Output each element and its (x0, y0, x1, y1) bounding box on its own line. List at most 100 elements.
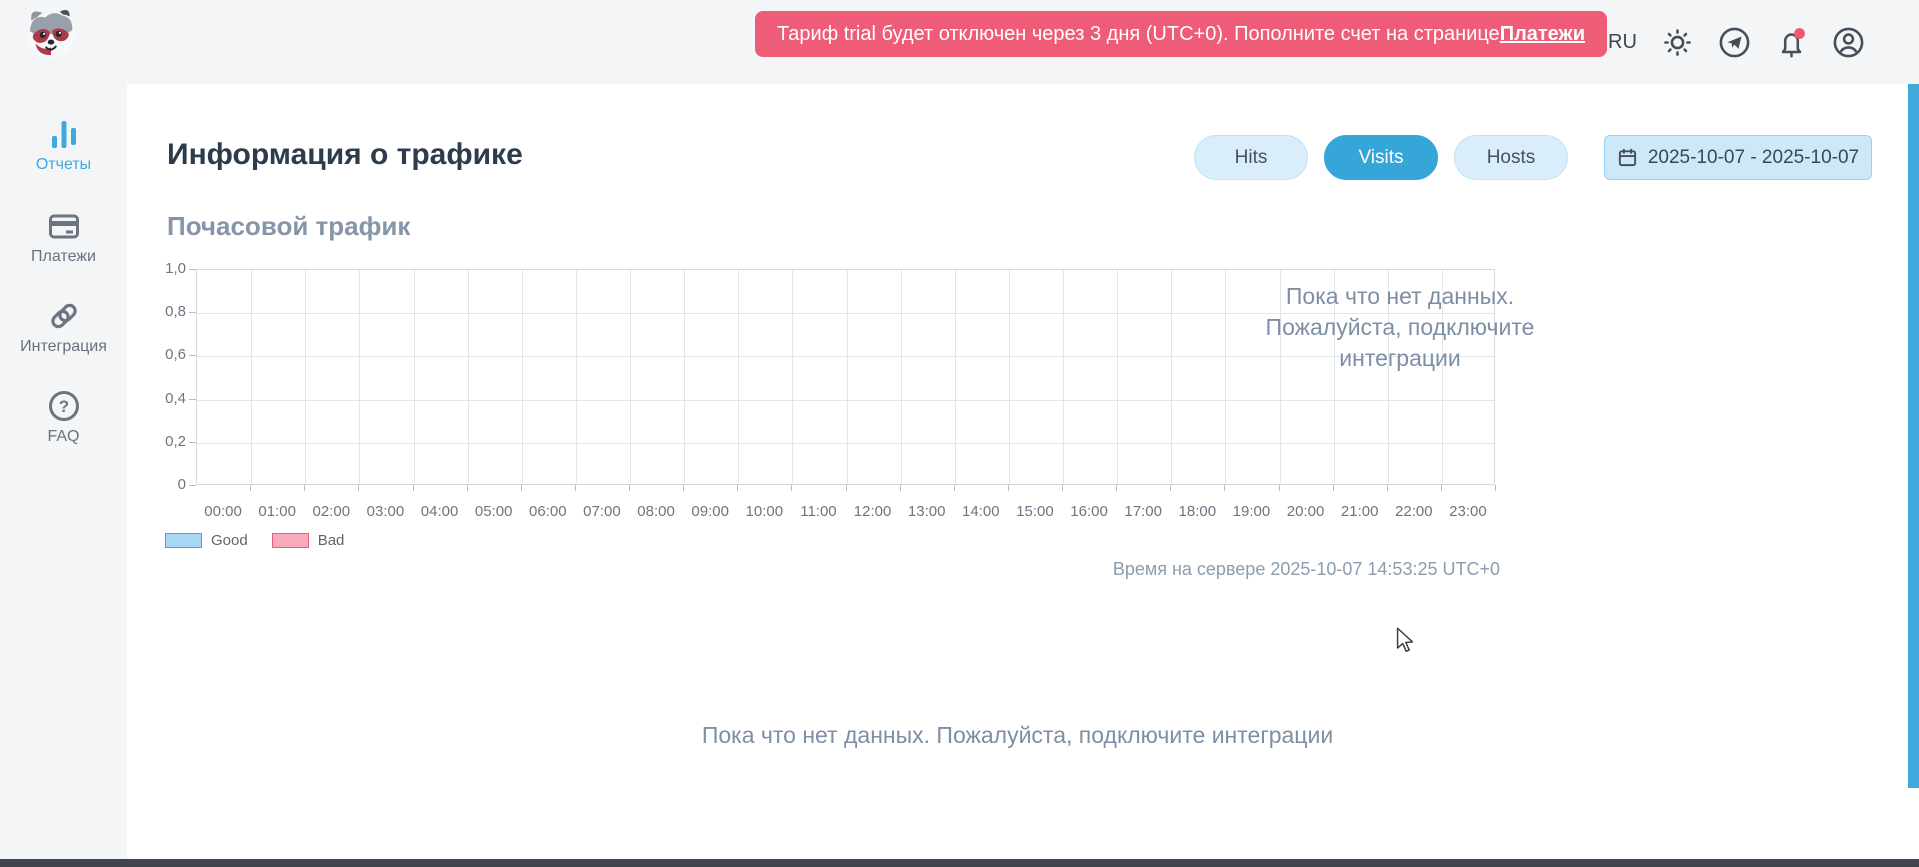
telegram-icon[interactable] (1718, 26, 1751, 59)
gridline-vertical (901, 270, 902, 484)
x-axis-tick-label: 17:00 (1113, 503, 1173, 520)
x-axis-tick (791, 485, 792, 491)
header-actions: RU (1608, 0, 1892, 84)
y-axis-tick (189, 485, 196, 486)
x-axis-tick-label: 04:00 (410, 503, 470, 520)
x-axis-tick (1495, 485, 1496, 491)
gridline-vertical (522, 270, 523, 484)
sidebar: Отчеты Платежи Интеграция ?FAQ (0, 84, 127, 859)
legend-item-good[interactable]: Good (165, 532, 248, 549)
legend-label: Bad (318, 532, 345, 549)
sidebar-item-integration[interactable]: Интеграция (0, 299, 127, 356)
sidebar-item-reports[interactable]: Отчеты (0, 117, 127, 174)
tab-visits[interactable]: Visits (1324, 135, 1438, 180)
y-axis-tick (189, 269, 196, 270)
bar-chart-icon (47, 117, 81, 151)
notification-dot (1794, 28, 1805, 39)
y-axis-tick-label: 0,6 (120, 346, 186, 363)
server-time: Время на сервере 2025-10-07 14:53:25 UTC… (1000, 559, 1500, 580)
gridline-vertical (955, 270, 956, 484)
x-axis-tick-label: 06:00 (518, 503, 578, 520)
gridline-vertical (1225, 270, 1226, 484)
sidebar-item-label: Платежи (0, 248, 127, 266)
no-data-bottom-message: Пока что нет данных. Пожалуйста, подключ… (127, 722, 1908, 749)
x-axis-tick-label: 03:00 (355, 503, 415, 520)
x-axis-tick (1170, 485, 1171, 491)
sidebar-item-faq[interactable]: ?FAQ (0, 389, 127, 446)
gridline-vertical (468, 270, 469, 484)
gridline-vertical (847, 270, 848, 484)
x-axis-tick (250, 485, 251, 491)
x-axis-tick-label: 15:00 (1005, 503, 1065, 520)
x-axis-tick (575, 485, 576, 491)
x-axis-tick-label: 12:00 (843, 503, 903, 520)
x-axis-tick (413, 485, 414, 491)
user-icon[interactable] (1832, 26, 1865, 59)
y-axis-tick-label: 0,8 (120, 303, 186, 320)
date-range-value: 2025-10-07 - 2025-10-07 (1648, 147, 1859, 169)
bell-icon[interactable] (1775, 26, 1808, 59)
gridline-vertical (738, 270, 739, 484)
x-axis-tick-label: 10:00 (734, 503, 794, 520)
x-axis-tick (358, 485, 359, 491)
payments-link[interactable]: Платежи (1500, 23, 1585, 46)
logo-raccoon[interactable] (22, 5, 80, 59)
y-axis-tick (189, 312, 196, 313)
chart-legend: Good Bad (165, 532, 344, 549)
gridline-vertical (1009, 270, 1010, 484)
legend-swatch (165, 533, 202, 548)
question-icon: ? (47, 389, 81, 423)
gridline-vertical (251, 270, 252, 484)
x-axis-tick-label: 05:00 (464, 503, 524, 520)
x-axis-tick-label: 00:00 (193, 503, 253, 520)
language-selector[interactable]: RU (1608, 31, 1637, 54)
x-axis-tick-label: 07:00 (572, 503, 632, 520)
y-axis-tick-label: 0,2 (120, 433, 186, 450)
gridline-vertical (1171, 270, 1172, 484)
x-axis-tick (304, 485, 305, 491)
trial-alert-banner: Тариф trial будет отключен через 3 дня (… (755, 11, 1607, 57)
x-axis-tick-label: 01:00 (247, 503, 307, 520)
x-axis-tick-label: 22:00 (1384, 503, 1444, 520)
x-axis-tick-label: 18:00 (1167, 503, 1227, 520)
link-icon (47, 299, 81, 333)
gridline-horizontal (197, 400, 1494, 401)
x-axis-tick (1116, 485, 1117, 491)
x-axis-tick-label: 02:00 (301, 503, 361, 520)
gridline-vertical (576, 270, 577, 484)
tab-hits[interactable]: Hits (1194, 135, 1308, 180)
x-axis-tick-label: 21:00 (1330, 503, 1390, 520)
gridline-vertical (414, 270, 415, 484)
y-axis-tick-label: 0,4 (120, 390, 186, 407)
x-axis-tick-label: 20:00 (1276, 503, 1336, 520)
banner-text: Тариф trial будет отключен через 3 дня (… (777, 23, 1500, 46)
gridline-vertical (1117, 270, 1118, 484)
x-axis-tick (629, 485, 630, 491)
calendar-icon (1617, 147, 1638, 168)
gridline-vertical (359, 270, 360, 484)
x-axis-tick-label: 11:00 (788, 503, 848, 520)
sun-icon[interactable] (1661, 26, 1694, 59)
legend-label: Good (211, 532, 248, 549)
x-axis-tick (1333, 485, 1334, 491)
x-axis-tick (846, 485, 847, 491)
x-axis-tick-label: 08:00 (626, 503, 686, 520)
scrollbar-thumb[interactable] (1908, 84, 1919, 788)
x-axis-tick (1441, 485, 1442, 491)
page-title: Информация о трафике (167, 138, 523, 172)
x-axis-tick-label: 14:00 (951, 503, 1011, 520)
date-range-picker[interactable]: 2025-10-07 - 2025-10-07 (1604, 135, 1872, 180)
x-axis-tick (900, 485, 901, 491)
tab-hosts[interactable]: Hosts (1454, 135, 1568, 180)
legend-item-bad[interactable]: Bad (272, 532, 345, 549)
x-axis-tick (1224, 485, 1225, 491)
gridline-vertical (684, 270, 685, 484)
x-axis-tick (1279, 485, 1280, 491)
sidebar-item-label: Интеграция (0, 338, 127, 356)
x-axis-tick (521, 485, 522, 491)
gridline-vertical (630, 270, 631, 484)
sidebar-item-payments[interactable]: Платежи (0, 209, 127, 266)
x-axis-tick (1062, 485, 1063, 491)
y-axis-tick-label: 0 (120, 476, 186, 493)
chart-title: Почасовой трафик (167, 211, 410, 242)
